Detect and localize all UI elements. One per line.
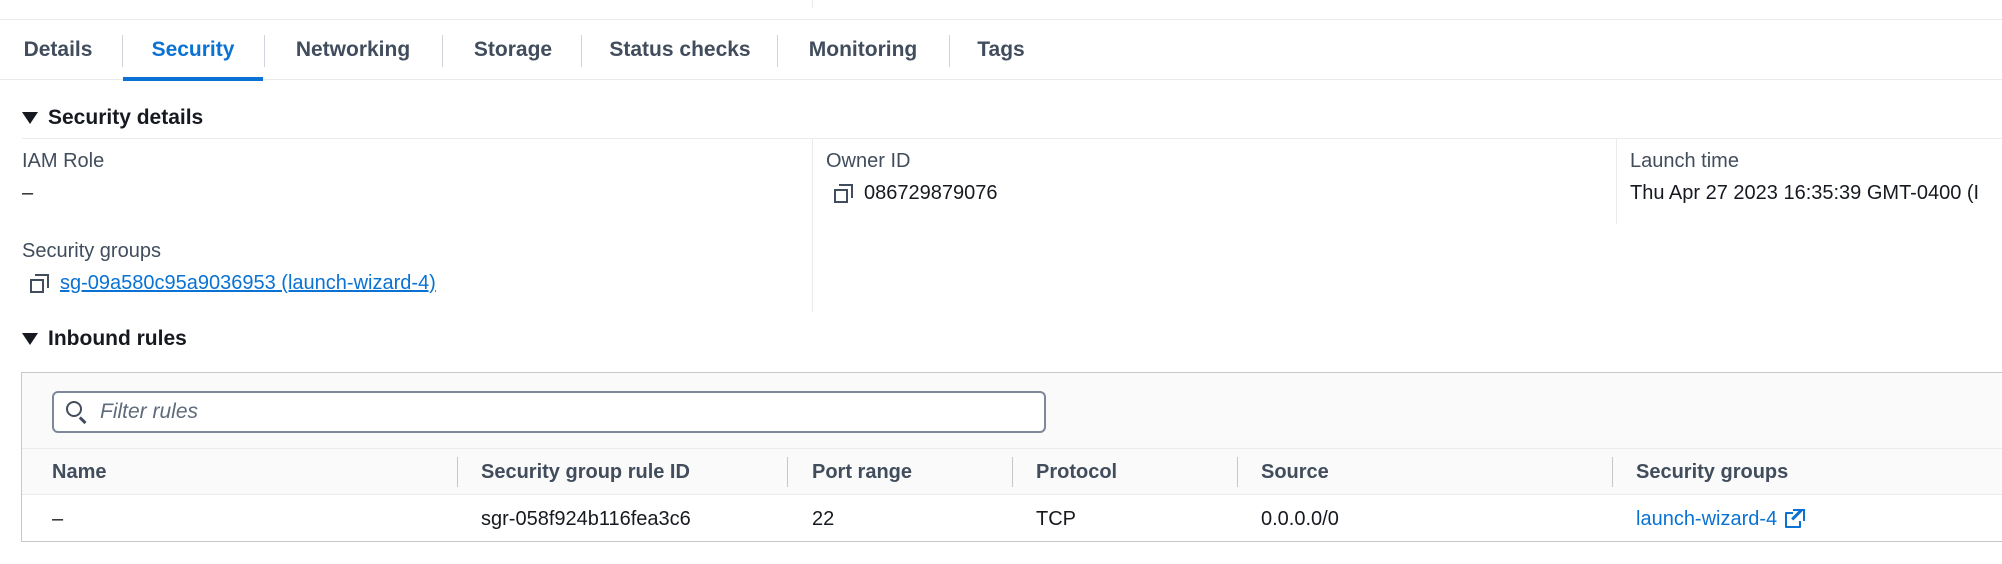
iam-role-label: IAM Role xyxy=(22,150,105,172)
tab-status-checks[interactable]: Status checks xyxy=(604,20,756,80)
cell-security-group: launch-wizard-4 xyxy=(1636,495,1806,543)
owner-id-label: Owner ID xyxy=(826,150,911,172)
tab-divider xyxy=(442,35,443,67)
security-group-rule-link[interactable]: launch-wizard-4 xyxy=(1636,508,1777,531)
column-resizer[interactable] xyxy=(1612,457,1613,487)
filter-rules-input-wrap[interactable] xyxy=(52,391,1046,433)
column-header-rule-id[interactable]: Security group rule ID xyxy=(481,449,690,495)
tab-networking[interactable]: Networking xyxy=(286,20,420,80)
caret-down-icon xyxy=(22,112,38,124)
table-header: Name Security group rule ID Port range P… xyxy=(22,449,2002,495)
launch-time-label: Launch time xyxy=(1630,150,1739,172)
copy-icon[interactable] xyxy=(30,273,50,294)
instance-detail-panel: Details Security Networking Storage Stat… xyxy=(0,0,2002,564)
column-resizer[interactable] xyxy=(457,457,458,487)
filter-bar xyxy=(22,373,2002,449)
top-stub xyxy=(0,0,2002,20)
cell-source: 0.0.0.0/0 xyxy=(1261,507,1339,530)
search-icon xyxy=(66,401,88,424)
inbound-rules-toggle[interactable]: Inbound rules xyxy=(22,324,187,354)
column-divider xyxy=(1616,138,1617,224)
tab-divider xyxy=(581,35,582,67)
security-groups-value-wrap: sg-09a580c95a9036953 (launch-wizard-4) xyxy=(30,272,436,295)
cell-rule-id: sgr-058f924b116fea3c6 xyxy=(481,507,691,530)
column-header-source[interactable]: Source xyxy=(1261,449,1329,495)
column-header-port-range[interactable]: Port range xyxy=(812,449,912,495)
column-divider xyxy=(812,138,813,312)
tab-divider xyxy=(949,35,950,67)
column-resizer[interactable] xyxy=(787,457,788,487)
owner-id-value-wrap: 086729879076 xyxy=(834,182,997,205)
cell-protocol: TCP xyxy=(1036,507,1076,530)
security-details-toggle[interactable]: Security details xyxy=(22,103,203,133)
column-header-protocol[interactable]: Protocol xyxy=(1036,449,1117,495)
tab-details[interactable]: Details xyxy=(22,20,94,80)
tab-monitoring[interactable]: Monitoring xyxy=(800,20,926,80)
security-groups-label: Security groups xyxy=(22,240,161,262)
iam-role-value: – xyxy=(22,182,34,204)
tab-bar: Details Security Networking Storage Stat… xyxy=(0,20,2002,81)
tab-divider xyxy=(264,35,265,67)
caret-down-icon xyxy=(22,333,38,345)
filter-rules-input[interactable] xyxy=(100,400,1000,424)
column-header-security-groups[interactable]: Security groups xyxy=(1636,449,1788,495)
tab-tags[interactable]: Tags xyxy=(972,20,1030,80)
column-resizer[interactable] xyxy=(1237,457,1238,487)
tab-divider xyxy=(777,35,778,67)
external-link-icon[interactable] xyxy=(1785,509,1806,529)
security-group-link[interactable]: sg-09a580c95a9036953 (launch-wizard-4) xyxy=(60,272,436,295)
launch-time-value: Thu Apr 27 2023 16:35:39 GMT-0400 (I xyxy=(1630,182,1980,204)
column-resizer[interactable] xyxy=(1012,457,1013,487)
column-header-name[interactable]: Name xyxy=(52,449,106,495)
tab-storage[interactable]: Storage xyxy=(464,20,562,80)
divider xyxy=(22,138,2002,139)
inbound-rules-title: Inbound rules xyxy=(48,327,187,350)
owner-id-value: 086729879076 xyxy=(864,182,998,204)
tab-security[interactable]: Security xyxy=(123,20,263,81)
cell-port-range: 22 xyxy=(812,507,835,530)
security-details-title: Security details xyxy=(48,106,204,129)
inbound-rules-table: Name Security group rule ID Port range P… xyxy=(21,372,2002,542)
table-row: – sgr-058f924b116fea3c6 22 TCP 0.0.0.0/0… xyxy=(22,495,2002,543)
cell-name: – xyxy=(52,507,64,530)
copy-icon[interactable] xyxy=(834,183,854,204)
